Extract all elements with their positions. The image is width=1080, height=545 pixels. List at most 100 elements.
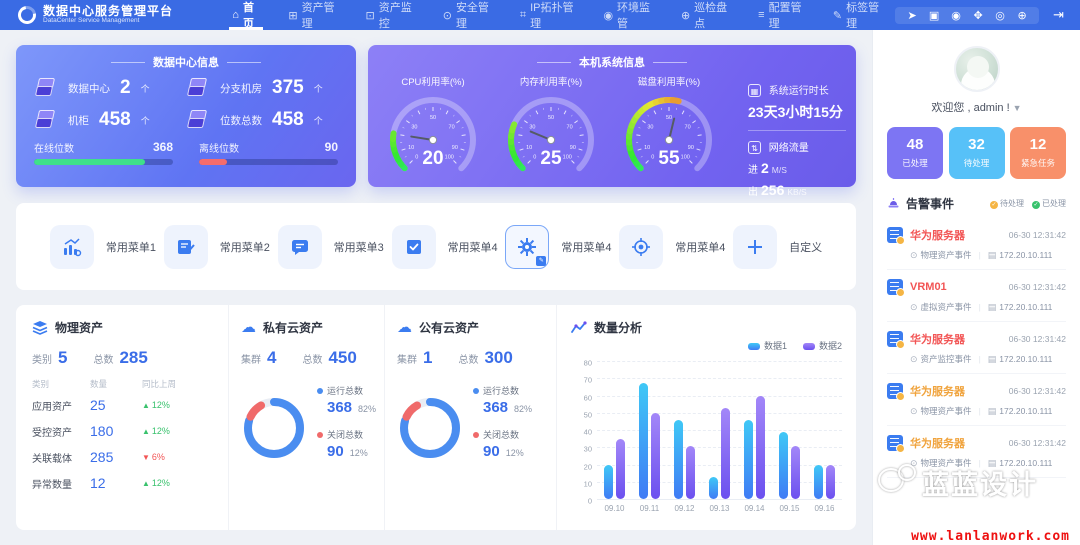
welcome-text[interactable]: 欢迎您 , admin !▼ — [887, 99, 1066, 115]
alarm-item-华为服务器[interactable]: 华为服务器06-30 12:31:42⊙物理资产事件|▤172.20.10.11… — [887, 218, 1066, 270]
uptime-value: 23天3小时15分 — [748, 102, 846, 122]
ip-icon: ▤ — [988, 250, 997, 261]
nav-item-配置管理[interactable]: ≡配置管理 — [745, 0, 818, 30]
top-navbar: 数据中心服务管理平台 DataCenter Service Management… — [0, 0, 1080, 30]
alarm-item-华为服务器[interactable]: 华为服务器06-30 12:31:42⊙物理资产事件|▤172.20.10.11… — [887, 426, 1066, 478]
uptime-row: ▦ 系统运行时长 — [748, 82, 846, 97]
legend-数据2[interactable]: 数据2 — [803, 339, 842, 352]
nav-item-资产监控[interactable]: ⊡资产监控 — [353, 0, 428, 30]
cloud-upload-icon: ☁ — [241, 321, 256, 335]
svg-text:0: 0 — [651, 154, 654, 160]
svg-text:70: 70 — [567, 124, 573, 130]
chart-title: 数量分析 — [594, 319, 642, 336]
target-icon — [619, 225, 663, 269]
bar-数据2-09.11[interactable] — [651, 413, 660, 499]
ip-icon: ▤ — [988, 354, 997, 365]
priv-meta-总数: 总数450 — [302, 348, 356, 368]
alarm-item-VRM01[interactable]: VRM0106-30 12:31:42⊙虚拟资产事件|▤172.20.10.11… — [887, 270, 1066, 322]
video-icon[interactable]: ▣ — [925, 9, 943, 22]
security-icon: ⊙ — [443, 9, 452, 22]
bar-数据2-09.10[interactable] — [616, 439, 625, 499]
bar-数据2-09.16[interactable] — [826, 465, 835, 500]
svg-text:30: 30 — [647, 124, 653, 130]
sidebar-stat-待处理[interactable]: 32待处理 — [949, 127, 1005, 179]
alarm-legend-已处理: ✓已处理 — [1032, 198, 1066, 209]
logout-icon[interactable]: ⇥ — [1053, 7, 1064, 23]
dc-stat-数据中心: 数据中心2个 — [34, 76, 186, 100]
dc-stat-位数总数: 位数总数458个 — [186, 108, 338, 132]
private-cloud-running: 运行总数36882% — [317, 384, 376, 416]
public-cloud-donut — [397, 395, 463, 461]
y-tick-label: 70 — [584, 376, 592, 385]
bar-数据2-09.14[interactable] — [756, 396, 765, 500]
menu-item-常用菜单4-4[interactable]: 常用菜单4 — [392, 225, 498, 269]
bar-数据2-09.12[interactable] — [686, 446, 695, 499]
svg-text:10: 10 — [526, 145, 532, 151]
dc-progress-离线位数: 离线位数90 — [199, 140, 338, 165]
server-alert-icon — [887, 331, 903, 347]
bar-数据1-09.16[interactable] — [814, 465, 823, 500]
asset-monitor-icon: ⊡ — [366, 9, 375, 22]
menu-item-自定义-7[interactable]: 自定义 — [733, 225, 822, 269]
network-traffic-row: ⇅ 网络流量 — [748, 139, 846, 154]
bar-数据1-09.15[interactable] — [779, 432, 788, 499]
svg-text:55: 55 — [658, 148, 680, 169]
y-tick-label: 60 — [584, 393, 592, 402]
ip-topology-icon: ⌗ — [520, 9, 526, 22]
nav-item-首页[interactable]: ⌂首页 — [219, 0, 273, 30]
nav-item-环境监管[interactable]: ◉环境监管 — [590, 0, 666, 30]
bar-数据1-09.13[interactable] — [709, 477, 718, 499]
legend-数据1[interactable]: 数据1 — [748, 339, 787, 352]
svg-text:90: 90 — [688, 145, 694, 151]
nav-item-资产管理[interactable]: ⊞资产管理 — [275, 0, 350, 30]
fullscreen-icon[interactable]: ✥ — [969, 9, 987, 22]
alarm-item-华为服务器[interactable]: 华为服务器06-30 12:31:42⊙物理资产事件|▤172.20.10.11… — [887, 374, 1066, 426]
nav-item-标签管理[interactable]: ✎标签管理 — [820, 0, 895, 30]
sidebar-stat-已处理[interactable]: 48已处理 — [887, 127, 943, 179]
menu-item-常用菜单1-1[interactable]: 常用菜单1 — [50, 225, 156, 269]
sidebar-stat-紧急任务[interactable]: 12紧急任务 — [1010, 127, 1066, 179]
menu-item-常用菜单3-3[interactable]: 常用菜单3 — [278, 225, 384, 269]
nav-item-IP拓扑管理[interactable]: ⌗IP拓扑管理 — [507, 0, 589, 30]
phys-table-row: 受控资产180▲12% — [32, 418, 214, 444]
svg-text:0: 0 — [533, 154, 536, 160]
pub-meta-总数: 总数300 — [458, 348, 512, 368]
chevron-down-icon: ▼ — [1013, 103, 1022, 113]
traffic-icon: ⇅ — [748, 141, 761, 154]
camera-icon[interactable]: ◉ — [947, 9, 965, 22]
svg-text:0: 0 — [415, 154, 418, 160]
plus-icon — [733, 225, 777, 269]
phys-table-row: 应用资产25▲12% — [32, 392, 214, 418]
user-avatar[interactable] — [954, 46, 1000, 92]
bar-数据2-09.13[interactable] — [721, 408, 730, 499]
bar-数据1-09.12[interactable] — [674, 420, 683, 499]
bar-数据1-09.11[interactable] — [639, 383, 648, 499]
y-tick-label: 20 — [584, 462, 592, 471]
phys-meta-总数: 总数285 — [93, 348, 147, 368]
app-subtitle: DataCenter Service Management — [43, 17, 173, 25]
bar-数据1-09.10[interactable] — [604, 465, 613, 500]
x-tick-label: 09.10 — [604, 504, 624, 513]
svg-text:90: 90 — [570, 145, 576, 151]
ip-icon: ▤ — [988, 458, 997, 469]
x-tick-label: 09.11 — [640, 504, 659, 513]
bar-数据2-09.15[interactable] — [791, 446, 800, 499]
private-cloud-stopped: 关闭总数9012% — [317, 428, 376, 460]
menu-item-常用菜单2-2[interactable]: 常用菜单2 — [164, 225, 270, 269]
svg-text:70: 70 — [685, 124, 691, 130]
nav-item-巡检盘点[interactable]: ⊕巡检盘点 — [668, 0, 743, 30]
cloud-gear-icon: ☁ — [397, 321, 412, 335]
bar-数据1-09.14[interactable] — [744, 420, 753, 499]
cursor-icon[interactable]: ➤ — [903, 9, 921, 22]
nav-item-安全管理[interactable]: ⊙安全管理 — [430, 0, 505, 30]
gear-icon: ✎ — [505, 225, 549, 269]
eye-icon[interactable]: ◎ — [991, 9, 1009, 22]
quick-menu-card: 常用菜单1常用菜单2常用菜单3常用菜单4✎常用菜单4常用菜单4自定义 — [16, 203, 856, 290]
public-cloud-running: 运行总数36882% — [473, 384, 532, 416]
menu-item-常用菜单4-5[interactable]: ✎常用菜单4 — [505, 225, 611, 269]
app-title: 数据中心服务管理平台 — [43, 5, 173, 17]
tag-icon: ✎ — [833, 9, 842, 22]
alarm-item-华为服务器[interactable]: 华为服务器06-30 12:31:42⊙资产监控事件|▤172.20.10.11… — [887, 322, 1066, 374]
target-icon[interactable]: ⊕ — [1013, 9, 1031, 22]
menu-item-常用菜单4-6[interactable]: 常用菜单4 — [619, 225, 725, 269]
